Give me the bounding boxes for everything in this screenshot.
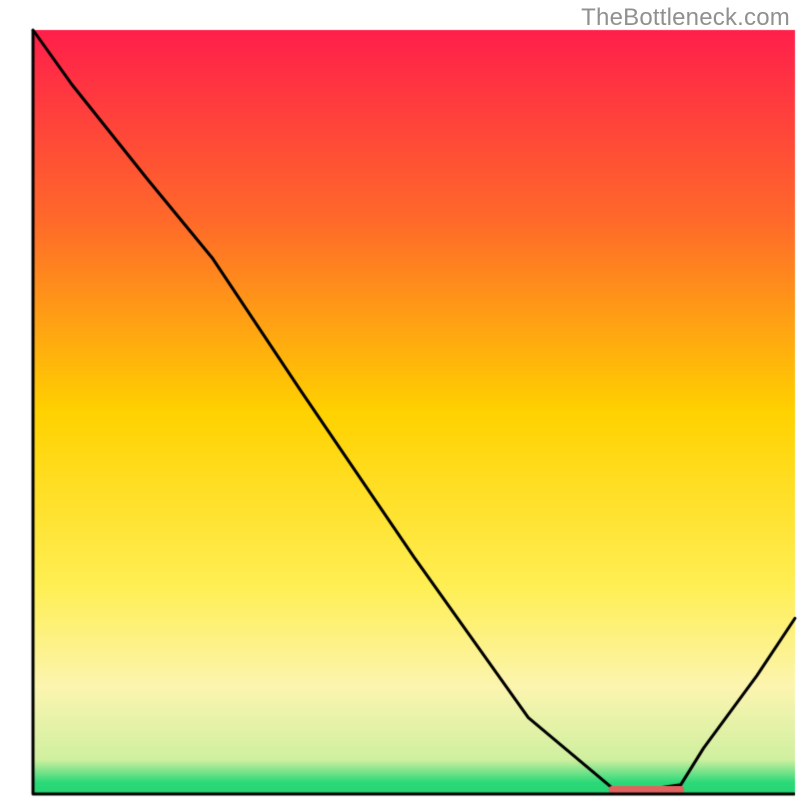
bottleneck-chart-canvas — [0, 0, 800, 800]
chart-container: TheBottleneck.com — [0, 0, 800, 800]
